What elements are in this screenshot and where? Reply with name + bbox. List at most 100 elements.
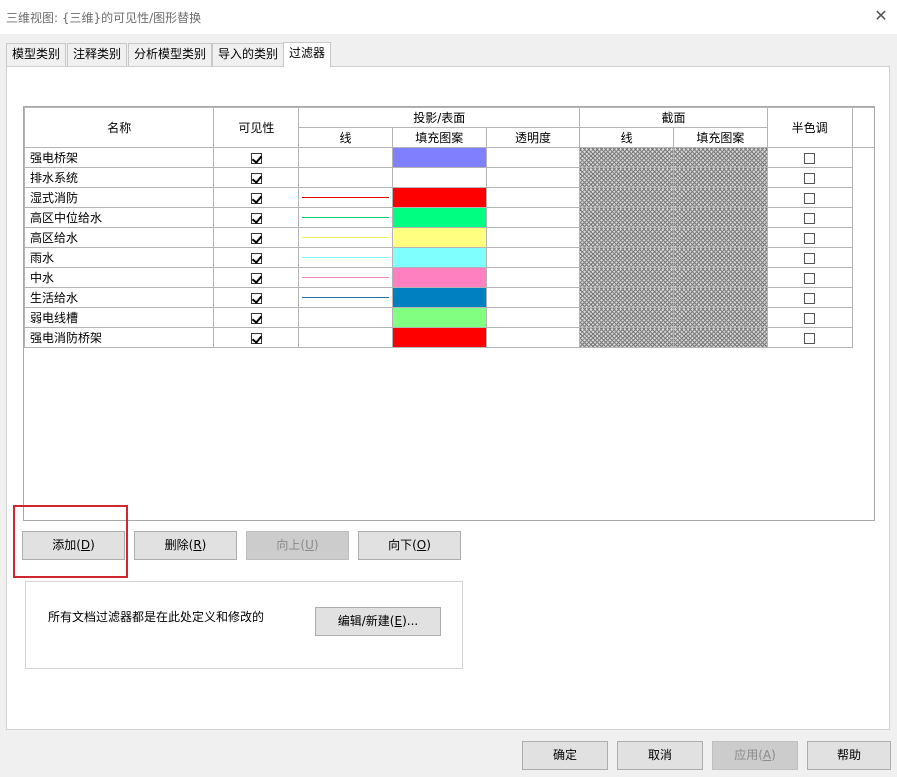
- projection-line-cell[interactable]: [298, 187, 393, 208]
- visibility-checkbox[interactable]: [250, 152, 262, 164]
- filter-name-cell[interactable]: 高区给水: [24, 227, 215, 248]
- visibility-checkbox[interactable]: [250, 272, 262, 284]
- table-row[interactable]: 强电消防桥架: [24, 327, 875, 348]
- tab-imported-categories[interactable]: 导入的类别: [212, 43, 285, 66]
- visibility-checkbox[interactable]: [250, 252, 262, 264]
- ok-button[interactable]: 确定: [522, 741, 608, 770]
- cut-line-cell[interactable]: [579, 187, 674, 208]
- projection-transparency-cell[interactable]: [485, 207, 581, 228]
- projection-transparency-cell[interactable]: [485, 267, 581, 288]
- projection-fill-cell[interactable]: [391, 187, 487, 208]
- visibility-checkbox[interactable]: [250, 332, 262, 344]
- cut-line-cell[interactable]: [579, 287, 674, 308]
- help-button[interactable]: 帮助: [807, 741, 891, 770]
- table-row[interactable]: 弱电线槽: [24, 307, 875, 328]
- halftone-checkbox[interactable]: [804, 252, 816, 264]
- cut-fill-cell[interactable]: [672, 287, 768, 308]
- cut-line-cell[interactable]: [579, 247, 674, 268]
- table-row[interactable]: 强电桥架: [24, 147, 875, 168]
- cut-fill-cell[interactable]: [672, 307, 768, 328]
- table-row[interactable]: 湿式消防: [24, 187, 875, 208]
- visibility-checkbox[interactable]: [250, 292, 262, 304]
- move-down-button[interactable]: 向下(O): [358, 531, 461, 560]
- projection-fill-cell[interactable]: [391, 167, 487, 188]
- cut-line-cell[interactable]: [579, 307, 674, 328]
- halftone-checkbox[interactable]: [804, 192, 816, 204]
- column-header-cut-fill[interactable]: 填充图案: [672, 127, 768, 148]
- cancel-button[interactable]: 取消: [617, 741, 703, 770]
- table-row[interactable]: 雨水: [24, 247, 875, 268]
- move-up-button[interactable]: 向上(U): [246, 531, 349, 560]
- projection-line-cell[interactable]: [298, 147, 393, 168]
- halftone-checkbox[interactable]: [804, 292, 816, 304]
- column-header-proj-line[interactable]: 线: [298, 127, 393, 148]
- filter-name-cell[interactable]: 排水系统: [24, 167, 215, 188]
- add-filter-button[interactable]: 添加(D): [22, 531, 125, 560]
- projection-fill-cell[interactable]: [391, 267, 487, 288]
- projection-fill-cell[interactable]: [391, 307, 487, 328]
- filter-name-cell[interactable]: 强电消防桥架: [24, 327, 215, 348]
- visibility-checkbox[interactable]: [250, 192, 262, 204]
- projection-transparency-cell[interactable]: [485, 287, 581, 308]
- visibility-checkbox[interactable]: [250, 312, 262, 324]
- projection-line-cell[interactable]: [298, 227, 393, 248]
- projection-transparency-cell[interactable]: [485, 147, 581, 168]
- projection-transparency-cell[interactable]: [485, 227, 581, 248]
- projection-transparency-cell[interactable]: [485, 327, 581, 348]
- cut-fill-cell[interactable]: [672, 207, 768, 228]
- filter-name-cell[interactable]: 中水: [24, 267, 215, 288]
- tab-filters[interactable]: 过滤器: [283, 42, 332, 67]
- cut-fill-cell[interactable]: [672, 327, 768, 348]
- edit-new-button[interactable]: 编辑/新建(E)...: [315, 607, 441, 636]
- projection-transparency-cell[interactable]: [485, 247, 581, 268]
- cut-line-cell[interactable]: [579, 207, 674, 228]
- cut-fill-cell[interactable]: [672, 267, 768, 288]
- visibility-checkbox[interactable]: [250, 232, 262, 244]
- close-icon[interactable]: ✕: [871, 6, 891, 26]
- projection-line-cell[interactable]: [298, 327, 393, 348]
- column-header-proj-transparency[interactable]: 透明度: [485, 127, 581, 148]
- projection-line-cell[interactable]: [298, 167, 393, 188]
- projection-transparency-cell[interactable]: [485, 167, 581, 188]
- column-header-cut-line[interactable]: 线: [579, 127, 674, 148]
- apply-button[interactable]: 应用(A): [712, 741, 798, 770]
- filter-name-cell[interactable]: 雨水: [24, 247, 215, 268]
- cut-line-cell[interactable]: [579, 227, 674, 248]
- cut-fill-cell[interactable]: [672, 247, 768, 268]
- table-row[interactable]: 排水系统: [24, 167, 875, 188]
- projection-line-cell[interactable]: [298, 287, 393, 308]
- projection-fill-cell[interactable]: [391, 207, 487, 228]
- projection-fill-cell[interactable]: [391, 227, 487, 248]
- halftone-checkbox[interactable]: [804, 152, 816, 164]
- cut-line-cell[interactable]: [579, 147, 674, 168]
- projection-fill-cell[interactable]: [391, 287, 487, 308]
- halftone-checkbox[interactable]: [804, 272, 816, 284]
- projection-line-cell[interactable]: [298, 247, 393, 268]
- cut-fill-cell[interactable]: [672, 147, 768, 168]
- column-header-visibility[interactable]: 可见性: [213, 107, 300, 148]
- halftone-checkbox[interactable]: [804, 332, 816, 344]
- visibility-checkbox[interactable]: [250, 172, 262, 184]
- tab-model-categories[interactable]: 模型类别: [6, 43, 67, 66]
- halftone-checkbox[interactable]: [804, 212, 816, 224]
- halftone-checkbox[interactable]: [804, 232, 816, 244]
- projection-transparency-cell[interactable]: [485, 307, 581, 328]
- cut-fill-cell[interactable]: [672, 167, 768, 188]
- column-header-name[interactable]: 名称: [24, 107, 215, 148]
- filter-name-cell[interactable]: 强电桥架: [24, 147, 215, 168]
- cut-line-cell[interactable]: [579, 267, 674, 288]
- table-row[interactable]: 高区中位给水: [24, 207, 875, 228]
- projection-fill-cell[interactable]: [391, 247, 487, 268]
- projection-fill-cell[interactable]: [391, 327, 487, 348]
- filter-name-cell[interactable]: 湿式消防: [24, 187, 215, 208]
- projection-line-cell[interactable]: [298, 307, 393, 328]
- table-row[interactable]: 高区给水: [24, 227, 875, 248]
- filter-name-cell[interactable]: 弱电线槽: [24, 307, 215, 328]
- projection-line-cell[interactable]: [298, 207, 393, 228]
- filter-name-cell[interactable]: 生活给水: [24, 287, 215, 308]
- projection-fill-cell[interactable]: [391, 147, 487, 168]
- column-header-halftone[interactable]: 半色调: [766, 107, 853, 148]
- cut-line-cell[interactable]: [579, 167, 674, 188]
- cut-fill-cell[interactable]: [672, 227, 768, 248]
- cut-line-cell[interactable]: [579, 327, 674, 348]
